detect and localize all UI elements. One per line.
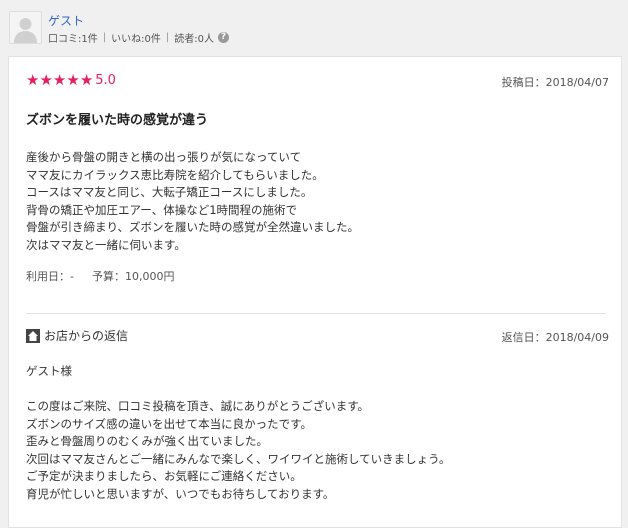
reply-line: ズボンのサイズ感の違いを出せて本当に良かったです。: [26, 416, 313, 431]
review-line: コースはママ友と同じ、大転子矯正コースにしました。: [26, 185, 313, 199]
review-title: ズボンを履いた時の感覚が違う: [26, 113, 209, 128]
review-body: 産後から骨盤の開きと横の出っ張りが気になっていて ママ友にカイラックス恵比寿院を…: [26, 149, 586, 254]
review-count: 口コミ:1件: [48, 34, 98, 45]
reply-line: ご予定が決まりましたら、お気軽にご連絡ください。: [26, 469, 302, 483]
user-stats: 口コミ:1件 | いいね:0件 | 読者:0人 ?: [48, 30, 229, 45]
reply-label: お店からの返信: [44, 329, 129, 343]
divider: |: [102, 32, 107, 43]
reply-line: 次回はママ友さんとご一緒にみんなで楽しく、ワイワイと施術していきましょう。: [26, 451, 451, 466]
use-date: 利用日：-: [26, 270, 74, 283]
shop-reply-header: お店からの返信: [26, 327, 128, 344]
question-icon[interactable]: ?: [217, 32, 229, 43]
user-name-link[interactable]: ゲスト: [48, 12, 84, 29]
budget: 予算：10,000円: [91, 270, 175, 283]
review-line: 次はママ友と一緒に伺います。: [26, 237, 186, 252]
star-icon: ★: [39, 71, 53, 89]
star-rating: ★ ★ ★ ★ ★ 5.0: [26, 71, 116, 89]
post-date: 投稿日：2018/04/07: [501, 76, 609, 89]
reply-date: 返信日：2018/04/09: [501, 331, 609, 344]
review-card: ★ ★ ★ ★ ★ 5.0 投稿日：2018/04/07 ズボンを履いた時の感覚…: [8, 56, 622, 528]
reply-line: [26, 381, 596, 399]
review-line: 産後から骨盤の開きと横の出っ張りが気になっていて: [26, 150, 302, 164]
reply-line: 歪みと骨盤周りのむくみが強く出ていました。: [26, 434, 268, 448]
star-icon: ★: [66, 71, 80, 89]
star-icon: ★: [26, 71, 40, 89]
section-divider: [26, 313, 606, 314]
like-count: いいね:0件: [111, 34, 161, 45]
reply-line: この度はご来院、口コミ投稿を頂き、誠にありがとうございます。: [26, 399, 370, 413]
reply-body: ゲスト様 この度はご来院、口コミ投稿を頂き、誠にありがとうございます。 ズボンの…: [26, 363, 596, 503]
review-meta: 利用日：- 予算：10,000円: [26, 268, 174, 284]
divider: |: [165, 32, 170, 43]
star-icon: ★: [79, 71, 94, 89]
reader-count: 読者:0人: [174, 34, 214, 45]
review-line: 骨盤が引き締まり、ズボンを履いた時の感覚が全然違いました。: [26, 220, 360, 234]
user-header: ゲスト 口コミ:1件 | いいね:0件 | 読者:0人 ?: [0, 0, 628, 56]
avatar[interactable]: [9, 11, 42, 44]
star-icon: ★: [52, 71, 67, 89]
reply-line: ゲスト様: [26, 364, 72, 378]
review-line: ママ友にカイラックス恵比寿院を紹介してもらいました。: [26, 167, 324, 182]
house-icon: [26, 328, 40, 343]
rating-value: 5.0: [95, 73, 116, 88]
review-line: 背骨の矯正や加圧エアー、体操など1時間程の施術で: [26, 202, 298, 217]
reply-line: 育児が忙しいと思いますが、いつでもお待ちしております。: [26, 486, 335, 501]
user-silhouette-icon: [10, 12, 41, 43]
